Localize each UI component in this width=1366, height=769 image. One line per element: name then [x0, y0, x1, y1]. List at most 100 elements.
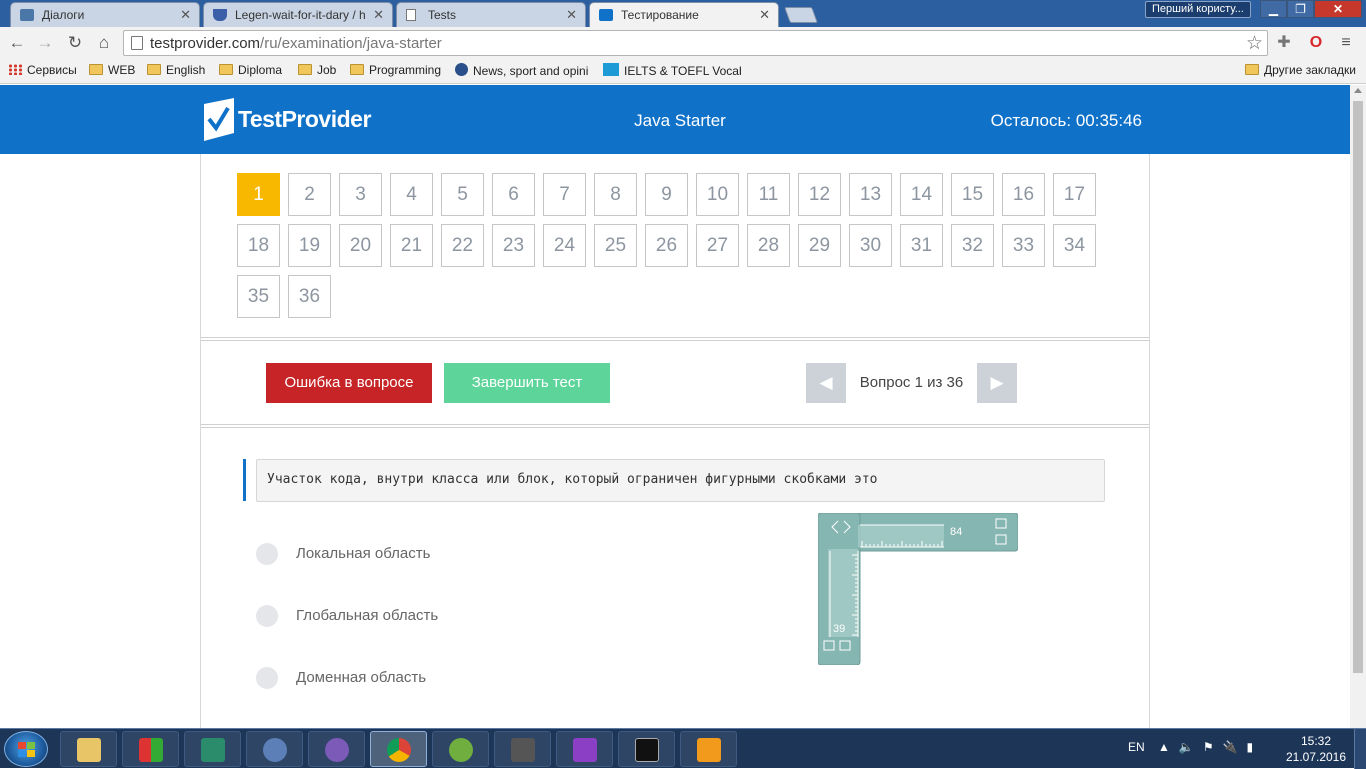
- logo-text[interactable]: TestProvider: [238, 106, 371, 133]
- question-number-button[interactable]: 25: [594, 224, 637, 267]
- taskbar-visual-studio[interactable]: [556, 731, 613, 767]
- question-number-button[interactable]: 11: [747, 173, 790, 216]
- back-icon[interactable]: ←: [6, 32, 28, 54]
- close-tab-icon[interactable]: ✕: [373, 7, 384, 23]
- taskbar-cmd[interactable]: [618, 731, 675, 767]
- question-number-button[interactable]: 19: [288, 224, 331, 267]
- question-number-button[interactable]: 35: [237, 275, 280, 318]
- bookmark-star-icon[interactable]: ☆: [1246, 32, 1263, 55]
- question-number-button[interactable]: 10: [696, 173, 739, 216]
- answer-label[interactable]: Глобальная область: [296, 607, 438, 624]
- prev-question-button[interactable]: ◀: [806, 363, 846, 403]
- browser-tab[interactable]: Legen-wait-for-it-dary / h ✕: [203, 2, 393, 27]
- question-number-button[interactable]: 4: [390, 173, 433, 216]
- taskbar-tor[interactable]: [308, 731, 365, 767]
- question-number-button[interactable]: 26: [645, 224, 688, 267]
- bookmark-folder-english[interactable]: English: [147, 63, 205, 81]
- next-question-button[interactable]: ▶: [977, 363, 1017, 403]
- system-tray-icons[interactable]: ▲🔈⚑🔌▮: [1158, 740, 1262, 754]
- scrollbar-thumb[interactable]: [1353, 101, 1363, 673]
- puzzle-icon[interactable]: ✚: [1273, 32, 1295, 54]
- new-tab-button[interactable]: [784, 7, 818, 23]
- question-number-button[interactable]: 24: [543, 224, 586, 267]
- question-number-button[interactable]: 13: [849, 173, 892, 216]
- finish-test-button[interactable]: Завершить тест: [444, 363, 610, 403]
- question-number-button[interactable]: 8: [594, 173, 637, 216]
- taskbar-chrome[interactable]: [370, 731, 427, 767]
- scroll-up-icon[interactable]: [1354, 88, 1362, 93]
- question-number-button[interactable]: 23: [492, 224, 535, 267]
- bookmark-folder-programming[interactable]: Programming: [350, 63, 441, 81]
- question-number-button[interactable]: 27: [696, 224, 739, 267]
- menu-icon[interactable]: ≡: [1335, 32, 1357, 54]
- question-number-button[interactable]: 17: [1053, 173, 1096, 216]
- question-number-button[interactable]: 32: [951, 224, 994, 267]
- question-number-button[interactable]: 31: [900, 224, 943, 267]
- question-number-button[interactable]: 15: [951, 173, 994, 216]
- close-tab-icon[interactable]: ✕: [759, 7, 770, 23]
- question-number-button[interactable]: 1: [237, 173, 280, 216]
- address-bar[interactable]: testprovider.com/ru/examination/java-sta…: [123, 30, 1268, 56]
- profile-button[interactable]: Перший користу...: [1145, 1, 1251, 18]
- taskbar-app-tiles[interactable]: [122, 731, 179, 767]
- taskbar-explorer[interactable]: [60, 731, 117, 767]
- bookmark-folder-diploma[interactable]: Diploma: [219, 63, 282, 81]
- question-number-button[interactable]: 33: [1002, 224, 1045, 267]
- minimize-button[interactable]: ▁: [1260, 0, 1287, 18]
- bookmark-folder-web[interactable]: WEB: [89, 63, 135, 81]
- question-accent-bar: [243, 459, 246, 501]
- browser-tab[interactable]: Tests ✕: [396, 2, 586, 27]
- question-number-button[interactable]: 29: [798, 224, 841, 267]
- question-number-button[interactable]: 6: [492, 173, 535, 216]
- screen-ruler-overlay[interactable]: 84 39: [818, 513, 1018, 665]
- taskbar-mic[interactable]: [494, 731, 551, 767]
- bookmark-other[interactable]: Другие закладки: [1245, 63, 1356, 81]
- taskbar-sublime[interactable]: [680, 731, 737, 767]
- question-number-button[interactable]: 7: [543, 173, 586, 216]
- home-icon[interactable]: ⌂: [93, 32, 115, 54]
- answer-label[interactable]: Доменная область: [296, 669, 426, 686]
- forward-icon[interactable]: →: [34, 32, 56, 54]
- bookmark-ielts[interactable]: IELTS & TOEFL Vocab: [603, 63, 741, 81]
- opera-icon[interactable]: O: [1305, 32, 1327, 54]
- browser-tab-strip: Діалоги ✕ Legen-wait-for-it-dary / h ✕ T…: [0, 0, 1366, 28]
- radio-button[interactable]: [256, 605, 278, 627]
- question-number-button[interactable]: 30: [849, 224, 892, 267]
- question-number-button[interactable]: 22: [441, 224, 484, 267]
- browser-tab-active[interactable]: Тестирование ✕: [589, 2, 779, 28]
- question-number-button[interactable]: 5: [441, 173, 484, 216]
- radio-button[interactable]: [256, 543, 278, 565]
- question-number-button[interactable]: 16: [1002, 173, 1045, 216]
- start-button[interactable]: [4, 731, 48, 767]
- question-number-button[interactable]: 20: [339, 224, 382, 267]
- radio-button[interactable]: [256, 667, 278, 689]
- bookmark-news[interactable]: News, sport and opini: [455, 63, 593, 81]
- question-number-button[interactable]: 28: [747, 224, 790, 267]
- question-number-button[interactable]: 3: [339, 173, 382, 216]
- bookmark-folder-job[interactable]: Job: [298, 63, 336, 81]
- question-number-button[interactable]: 36: [288, 275, 331, 318]
- page-scrollbar[interactable]: [1350, 85, 1366, 728]
- bookmark-services[interactable]: Сервисы: [8, 63, 77, 81]
- question-number-button[interactable]: 18: [237, 224, 280, 267]
- question-number-button[interactable]: 2: [288, 173, 331, 216]
- answer-label[interactable]: Локальная область: [296, 545, 430, 562]
- maximize-button[interactable]: ❐: [1287, 0, 1314, 18]
- close-tab-icon[interactable]: ✕: [566, 7, 577, 23]
- system-clock[interactable]: 15:32 21.07.2016: [1282, 733, 1350, 765]
- taskbar-tool[interactable]: [246, 731, 303, 767]
- question-number-button[interactable]: 12: [798, 173, 841, 216]
- close-tab-icon[interactable]: ✕: [180, 7, 191, 23]
- question-number-button[interactable]: 34: [1053, 224, 1096, 267]
- show-desktop-button[interactable]: [1354, 729, 1366, 769]
- question-number-button[interactable]: 21: [390, 224, 433, 267]
- close-window-button[interactable]: ✕: [1314, 0, 1362, 18]
- question-number-button[interactable]: 14: [900, 173, 943, 216]
- browser-tab[interactable]: Діалоги ✕: [10, 2, 200, 27]
- taskbar-game[interactable]: [432, 731, 489, 767]
- report-error-button[interactable]: Ошибка в вопросе: [266, 363, 432, 403]
- question-number-button[interactable]: 9: [645, 173, 688, 216]
- taskbar-app-green[interactable]: [184, 731, 241, 767]
- reload-icon[interactable]: ↻: [64, 32, 86, 54]
- language-indicator[interactable]: EN: [1128, 740, 1145, 754]
